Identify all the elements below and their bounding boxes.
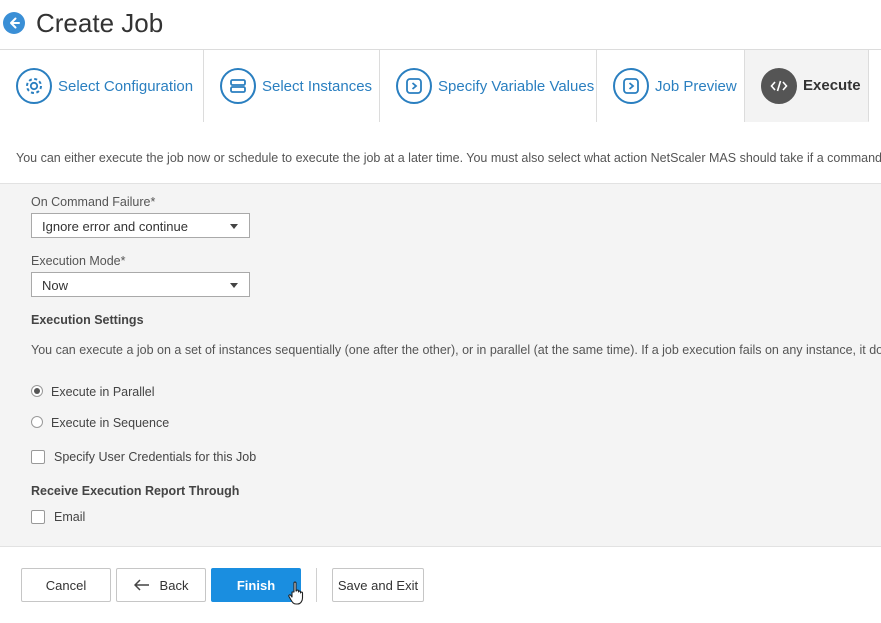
save-and-exit-button[interactable]: Save and Exit [332,568,424,602]
intro-section: You can either execute the job now or sc… [0,122,881,184]
execution-mode-select[interactable]: Now [31,272,250,297]
email-label: Email [54,510,86,524]
chevron-right-icon [396,68,432,104]
tab-select-instances[interactable]: Select Instances [204,50,380,122]
execution-settings-description: You can execute a job on a set of instan… [31,343,881,357]
tab-job-preview[interactable]: Job Preview [597,50,745,122]
server-icon [220,68,256,104]
page-header: Create Job [0,0,881,48]
footer-actions: Cancel Back Finish Save and Exit [0,546,881,623]
tab-specify-variable-values[interactable]: Specify Variable Values [380,50,597,122]
execute-sequence-radio[interactable] [31,416,43,428]
back-arrow-icon[interactable] [3,12,25,34]
execution-settings-title: Execution Settings [31,313,144,327]
email-checkbox[interactable] [31,510,45,524]
execution-mode-label: Execution Mode* [31,254,126,268]
back-button[interactable]: Back [116,568,206,602]
code-icon [761,67,797,104]
execute-parallel-label: Execute in Parallel [51,385,155,399]
arrow-left-icon [133,579,150,591]
cancel-label: Cancel [45,577,87,593]
form-panel: You can either execute the job now or sc… [0,122,881,546]
caret-down-icon [230,224,238,229]
tab-label: Select Instances [262,77,373,95]
tab-label: Job Preview [655,77,737,95]
tab-label: Specify Variable Values [438,77,595,95]
tab-select-configuration[interactable]: Select Configuration [0,50,204,122]
execute-sequence-label: Execute in Sequence [51,416,170,430]
chevron-right-icon [613,68,649,104]
report-title: Receive Execution Report Through [31,484,240,498]
tab-label: Execute [803,77,861,94]
user-credentials-checkbox[interactable] [31,450,45,464]
tab-execute[interactable]: Execute [745,50,869,122]
on-command-failure-label: On Command Failure* [31,195,156,209]
cancel-button[interactable]: Cancel [21,568,111,602]
hand-pointer-icon [288,581,306,610]
on-command-failure-select[interactable]: Ignore error and continue [31,213,250,238]
page-title: Create Job [36,8,164,38]
finish-label: Finish [236,577,276,593]
gear-icon [16,68,52,104]
back-label: Back [159,577,189,593]
user-credentials-label: Specify User Credentials for this Job [54,450,257,464]
selected-value: Ignore error and continue [42,219,188,234]
wizard-steps: Select Configuration Select Instances Sp… [0,49,881,123]
intro-text: You can either execute the job now or sc… [16,151,881,165]
divider [316,568,317,602]
selected-value: Now [42,278,69,293]
tab-label: Select Configuration [58,77,194,95]
caret-down-icon [230,283,238,288]
save-and-exit-label: Save and Exit [337,577,419,593]
execute-parallel-radio[interactable] [31,385,43,397]
